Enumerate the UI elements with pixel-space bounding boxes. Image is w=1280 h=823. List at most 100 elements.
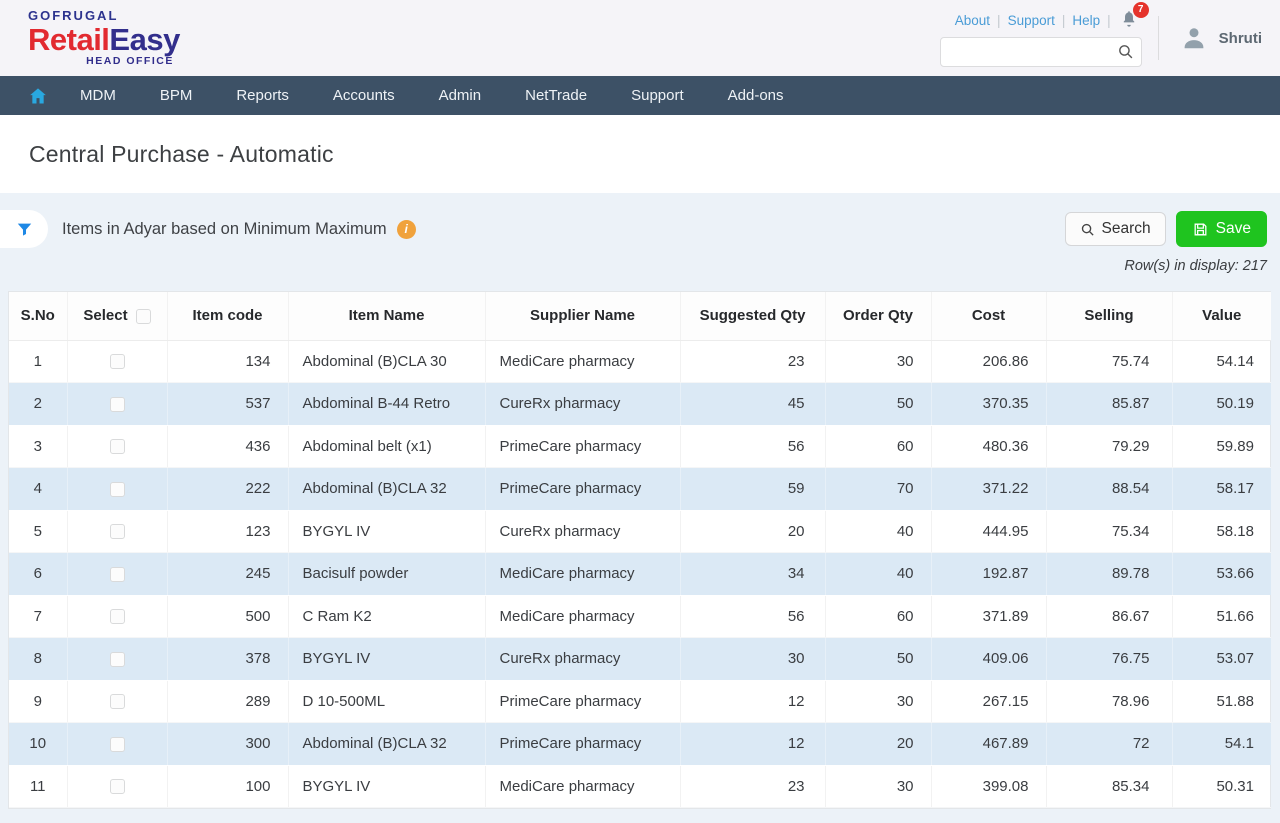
cell-select: [67, 680, 167, 723]
nav-item-add-ons[interactable]: Add-ons: [706, 76, 806, 115]
save-button[interactable]: Save: [1176, 211, 1267, 247]
cell-select: [67, 553, 167, 596]
notification-bell[interactable]: 7: [1120, 10, 1138, 31]
cell-order_qty: 50: [825, 383, 931, 426]
search-button-label: Search: [1102, 220, 1151, 238]
column-header-selling: Selling: [1046, 292, 1172, 340]
save-floppy-icon: [1192, 221, 1209, 238]
nav-item-support[interactable]: Support: [609, 76, 706, 115]
row-select-checkbox[interactable]: [110, 567, 125, 582]
cell-sno: 4: [9, 468, 67, 511]
nav-item-bpm[interactable]: BPM: [138, 76, 215, 115]
cell-item_code: 222: [167, 468, 288, 511]
content-area: Items in Adyar based on Minimum Maximum …: [0, 207, 1280, 823]
cell-cost: 480.36: [931, 425, 1046, 468]
cell-item_name: C Ram K2: [288, 595, 485, 638]
cell-selling: 85.87: [1046, 383, 1172, 426]
cell-cost: 267.15: [931, 680, 1046, 723]
row-select-checkbox[interactable]: [110, 694, 125, 709]
row-select-checkbox[interactable]: [110, 737, 125, 752]
cell-item_name: Abdominal belt (x1): [288, 425, 485, 468]
cell-sno: 5: [9, 510, 67, 553]
cell-value: 50.19: [1172, 383, 1271, 426]
header-link-about[interactable]: About: [955, 13, 990, 28]
table-row: 6245Bacisulf powderMediCare pharmacy3440…: [9, 553, 1271, 596]
cell-selling: 75.34: [1046, 510, 1172, 553]
nav-bar: MDMBPMReportsAccountsAdminNetTradeSuppor…: [0, 76, 1280, 115]
cell-order_qty: 60: [825, 425, 931, 468]
row-select-checkbox[interactable]: [110, 609, 125, 624]
cell-item_code: 100: [167, 765, 288, 808]
search-icon[interactable]: [1117, 43, 1134, 65]
table-row: 5123BYGYL IVCureRx pharmacy2040444.9575.…: [9, 510, 1271, 553]
cell-selling: 86.67: [1046, 595, 1172, 638]
cell-order_qty: 40: [825, 510, 931, 553]
logo-brand-text: GOFRUGAL: [28, 9, 180, 22]
cell-order_qty: 50: [825, 638, 931, 681]
notification-badge: 7: [1133, 2, 1149, 18]
nav-item-reports[interactable]: Reports: [214, 76, 311, 115]
cell-order_qty: 40: [825, 553, 931, 596]
cell-selling: 72: [1046, 723, 1172, 766]
nav-item-nettrade[interactable]: NetTrade: [503, 76, 609, 115]
cell-selling: 88.54: [1046, 468, 1172, 511]
cell-sno: 3: [9, 425, 67, 468]
select-all-checkbox[interactable]: [136, 309, 151, 324]
title-band: Central Purchase - Automatic: [0, 115, 1280, 193]
filter-funnel-icon: [15, 220, 34, 239]
cell-item_name: Abdominal (B)CLA 32: [288, 723, 485, 766]
cell-selling: 85.34: [1046, 765, 1172, 808]
search-button[interactable]: Search: [1065, 212, 1166, 246]
user-menu[interactable]: Shruti: [1179, 23, 1262, 53]
cell-suggested_qty: 56: [680, 595, 825, 638]
row-select-checkbox[interactable]: [110, 354, 125, 369]
column-header-order_qty: Order Qty: [825, 292, 931, 340]
logo-product-text: RetailEasy: [28, 24, 180, 55]
cell-value: 58.17: [1172, 468, 1271, 511]
items-table-container: S.NoSelectItem codeItem NameSupplier Nam…: [8, 291, 1271, 809]
cell-supplier_name: CureRx pharmacy: [485, 638, 680, 681]
row-select-checkbox[interactable]: [110, 524, 125, 539]
cell-suggested_qty: 56: [680, 425, 825, 468]
cell-select: [67, 340, 167, 383]
filter-button[interactable]: [0, 210, 48, 248]
cell-value: 58.18: [1172, 510, 1271, 553]
cell-select: [67, 765, 167, 808]
table-row: 2537Abdominal B-44 RetroCureRx pharmacy4…: [9, 383, 1271, 426]
table-row: 11100BYGYL IVMediCare pharmacy2330399.08…: [9, 765, 1271, 808]
row-select-checkbox[interactable]: [110, 482, 125, 497]
home-button[interactable]: [18, 86, 58, 106]
row-select-checkbox[interactable]: [110, 779, 125, 794]
cell-sno: 2: [9, 383, 67, 426]
home-icon: [28, 86, 48, 106]
cell-value: 50.31: [1172, 765, 1271, 808]
nav-item-mdm[interactable]: MDM: [58, 76, 138, 115]
global-search-input[interactable]: [940, 37, 1142, 67]
nav-item-admin[interactable]: Admin: [417, 76, 504, 115]
cell-value: 51.88: [1172, 680, 1271, 723]
cell-selling: 89.78: [1046, 553, 1172, 596]
info-icon[interactable]: i: [397, 220, 416, 239]
cell-cost: 370.35: [931, 383, 1046, 426]
cell-value: 53.66: [1172, 553, 1271, 596]
nav-item-accounts[interactable]: Accounts: [311, 76, 417, 115]
table-header-row: S.NoSelectItem codeItem NameSupplier Nam…: [9, 292, 1271, 340]
row-select-checkbox[interactable]: [110, 439, 125, 454]
row-select-checkbox[interactable]: [110, 397, 125, 412]
cell-cost: 399.08: [931, 765, 1046, 808]
row-select-checkbox[interactable]: [110, 652, 125, 667]
header-links: About|Support|Help| 7: [955, 10, 1142, 31]
header-link-support[interactable]: Support: [1008, 13, 1055, 28]
save-button-label: Save: [1216, 220, 1251, 238]
cell-item_name: Bacisulf powder: [288, 553, 485, 596]
cell-supplier_name: CureRx pharmacy: [485, 510, 680, 553]
header-link-help[interactable]: Help: [1072, 13, 1100, 28]
link-separator: |: [1062, 13, 1066, 28]
cell-selling: 75.74: [1046, 340, 1172, 383]
nav-menu: MDMBPMReportsAccountsAdminNetTradeSuppor…: [58, 76, 806, 115]
cell-select: [67, 510, 167, 553]
cell-cost: 371.89: [931, 595, 1046, 638]
cell-supplier_name: MediCare pharmacy: [485, 340, 680, 383]
cell-select: [67, 595, 167, 638]
app-logo[interactable]: GOFRUGAL RetailEasy HEAD OFFICE: [28, 9, 180, 67]
